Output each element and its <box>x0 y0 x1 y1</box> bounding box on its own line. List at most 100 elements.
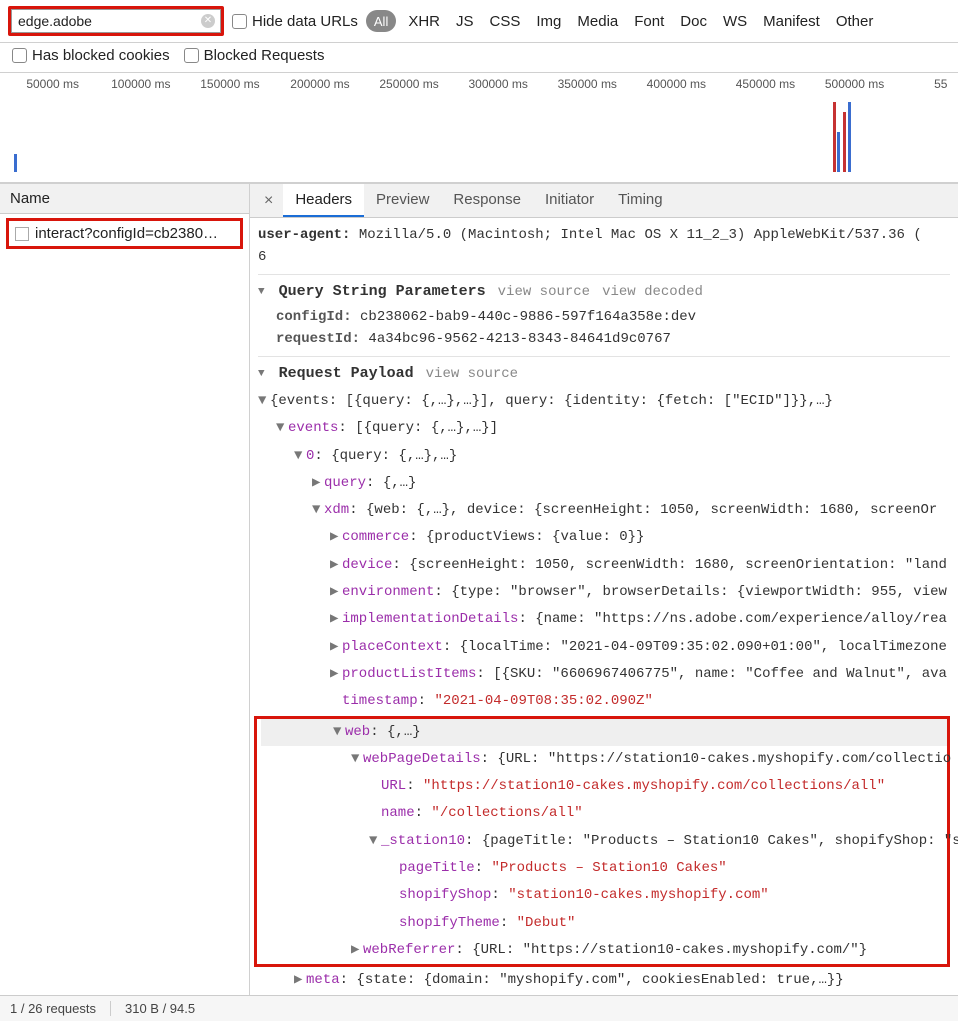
qsp-configid: configId: cb238062-bab9-440c-9886-597f16… <box>258 306 950 328</box>
chevron-down-icon: ▼ <box>258 286 265 298</box>
timeline-tick: 500000 ms <box>825 77 884 91</box>
section-request-payload[interactable]: ▼ Request Payload view source <box>258 356 950 388</box>
filter-type-js[interactable]: JS <box>452 13 478 30</box>
timeline-bar <box>833 102 836 172</box>
request-list-header[interactable]: Name <box>0 184 249 214</box>
tree-row[interactable]: ▼0: {query: {,…},…} <box>258 443 950 470</box>
tab-initiator[interactable]: Initiator <box>533 184 606 217</box>
checkbox-icon <box>232 14 247 29</box>
tree-row[interactable]: ▶environment: {type: "browser", browserD… <box>258 579 950 606</box>
blocked-requests-label: Blocked Requests <box>204 47 325 64</box>
filter-type-img[interactable]: Img <box>532 13 565 30</box>
network-filter-bar: ✕ Hide data URLs All XHR JS CSS Img Medi… <box>0 0 958 43</box>
filter-type-css[interactable]: CSS <box>486 13 525 30</box>
qsp-key: configId: <box>276 309 352 325</box>
filter-type-doc[interactable]: Doc <box>676 13 711 30</box>
timeline-ticks: 50000 ms 100000 ms 150000 ms 200000 ms 2… <box>0 73 958 79</box>
request-list: Name interact?configId=cb2380… <box>0 184 250 995</box>
tab-headers[interactable]: Headers <box>283 184 364 217</box>
header-user-agent: user-agent: Mozilla/5.0 (Macintosh; Inte… <box>258 224 950 246</box>
tree-row[interactable]: ▶query: {,…} <box>258 470 950 497</box>
view-source-link[interactable]: view source <box>426 366 518 382</box>
view-source-link[interactable]: view source <box>498 284 590 300</box>
payload-tree: ▼{events: [{query: {,…},…}], query: {ide… <box>258 388 950 995</box>
tree-row[interactable]: shopifyShop: "station10-cakes.myshopify.… <box>261 882 947 909</box>
tab-response[interactable]: Response <box>441 184 533 217</box>
timeline-tick: 200000 ms <box>290 77 349 91</box>
timeline-tick: 300000 ms <box>468 77 527 91</box>
has-blocked-cookies-checkbox[interactable]: Has blocked cookies <box>12 47 170 64</box>
network-split: Name interact?configId=cb2380… × Headers… <box>0 183 958 995</box>
filter-type-font[interactable]: Font <box>630 13 668 30</box>
checkbox-icon <box>12 48 27 63</box>
filter-input[interactable] <box>11 9 221 33</box>
network-filter-bar-row2: Has blocked cookies Blocked Requests <box>0 43 958 73</box>
network-timeline[interactable]: 50000 ms 100000 ms 150000 ms 200000 ms 2… <box>0 73 958 183</box>
chevron-down-icon: ▼ <box>258 368 265 380</box>
tree-row[interactable]: ▶placeContext: {localTime: "2021-04-09T0… <box>258 634 950 661</box>
filter-type-other[interactable]: Other <box>832 13 878 30</box>
tree-row[interactable]: ▼_station10: {pageTitle: "Products – Sta… <box>261 828 947 855</box>
filter-type-ws[interactable]: WS <box>719 13 751 30</box>
ua-line2: 6 <box>258 246 950 268</box>
hide-data-urls-checkbox[interactable]: Hide data URLs <box>232 13 358 30</box>
tree-row[interactable]: pageTitle: "Products – Station10 Cakes" <box>261 855 947 882</box>
timeline-tick: 55 <box>934 77 947 91</box>
section-title: Query String Parameters <box>279 283 486 300</box>
tree-row[interactable]: ▼webPageDetails: {URL: "https://station1… <box>261 746 947 773</box>
filter-type-manifest[interactable]: Manifest <box>759 13 824 30</box>
qsp-val: cb238062-bab9-440c-9886-597f164a358e:dev <box>360 309 696 325</box>
detail-body[interactable]: user-agent: Mozilla/5.0 (Macintosh; Inte… <box>250 218 958 995</box>
tab-timing[interactable]: Timing <box>606 184 674 217</box>
tree-row[interactable]: ▼{events: [{query: {,…},…}], query: {ide… <box>258 388 950 415</box>
request-name: interact?configId=cb2380… <box>35 225 218 242</box>
timeline-bar <box>843 112 846 172</box>
timeline-tick: 450000 ms <box>736 77 795 91</box>
document-icon <box>15 227 29 241</box>
filter-type-all[interactable]: All <box>366 10 396 32</box>
section-title: Request Payload <box>279 365 414 382</box>
tree-row[interactable]: ▶productListItems: [{SKU: "6606967406775… <box>258 661 950 688</box>
filter-type-xhr[interactable]: XHR <box>404 13 444 30</box>
status-size: 310 B / 94.5 <box>125 1001 209 1016</box>
tree-row[interactable]: ▼web: {,…} <box>261 719 947 746</box>
tree-row[interactable]: ▶commerce: {productViews: {value: 0}} <box>258 524 950 551</box>
qsp-requestid: requestId: 4a34bc96-9562-4213-8343-84641… <box>258 328 950 350</box>
timeline-bar <box>14 154 17 172</box>
close-icon[interactable]: × <box>254 192 283 210</box>
request-detail: × Headers Preview Response Initiator Tim… <box>250 184 958 995</box>
blocked-requests-checkbox[interactable]: Blocked Requests <box>184 47 325 64</box>
tree-row[interactable]: ▶implementationDetails: {name: "https://… <box>258 606 950 633</box>
tree-row[interactable]: name: "/collections/all" <box>261 800 947 827</box>
tree-row[interactable]: ▶meta: {state: {domain: "myshopify.com",… <box>258 967 950 994</box>
timeline-tick: 250000 ms <box>379 77 438 91</box>
hide-data-urls-label: Hide data URLs <box>252 13 358 30</box>
tree-row[interactable]: ▼events: [{query: {,…},…}] <box>258 415 950 442</box>
timeline-tick: 150000 ms <box>200 77 259 91</box>
checkbox-icon <box>184 48 199 63</box>
tree-row[interactable]: timestamp: "2021-04-09T08:35:02.090Z" <box>258 688 950 715</box>
ua-value: Mozilla/5.0 (Macintosh; Intel Mac OS X 1… <box>359 227 922 243</box>
section-query-string[interactable]: ▼ Query String Parameters view source vi… <box>258 274 950 306</box>
tree-row[interactable]: ▼xdm: {web: {,…}, device: {screenHeight:… <box>258 497 950 524</box>
tree-row[interactable]: ▶webReferrer: {URL: "https://station10-c… <box>261 937 947 964</box>
timeline-tick: 100000 ms <box>111 77 170 91</box>
status-requests: 1 / 26 requests <box>10 1001 111 1016</box>
timeline-bar <box>837 132 840 172</box>
tree-row[interactable]: ▶device: {screenHeight: 1050, screenWidt… <box>258 552 950 579</box>
view-decoded-link[interactable]: view decoded <box>602 284 703 300</box>
filter-input-highlight: ✕ <box>8 6 224 36</box>
has-blocked-cookies-label: Has blocked cookies <box>32 47 170 64</box>
qsp-val: 4a34bc96-9562-4213-8343-84641d9c0767 <box>368 331 670 347</box>
qsp-key: requestId: <box>276 331 360 347</box>
detail-tabs: × Headers Preview Response Initiator Tim… <box>250 184 958 218</box>
timeline-tick: 400000 ms <box>647 77 706 91</box>
tree-row[interactable]: URL: "https://station10-cakes.myshopify.… <box>261 773 947 800</box>
clear-icon[interactable]: ✕ <box>201 14 215 28</box>
tab-preview[interactable]: Preview <box>364 184 441 217</box>
request-row[interactable]: interact?configId=cb2380… <box>6 218 243 249</box>
tree-row[interactable]: shopifyTheme: "Debut" <box>261 910 947 937</box>
filter-type-media[interactable]: Media <box>573 13 622 30</box>
timeline-bars <box>0 95 958 178</box>
timeline-tick: 350000 ms <box>558 77 617 91</box>
